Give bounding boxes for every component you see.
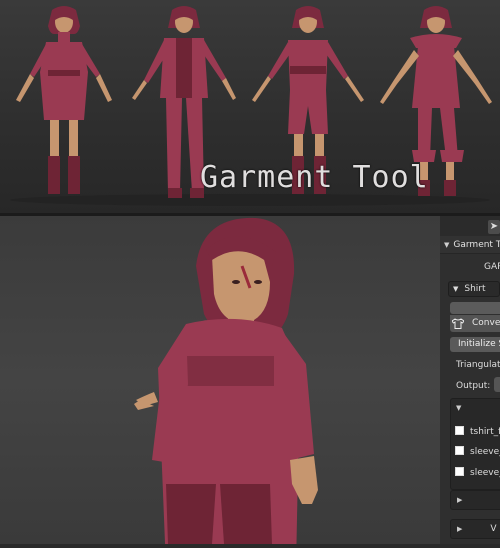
dropdown-arrow-icon: ▼	[453, 285, 459, 293]
checkbox[interactable]	[455, 426, 464, 435]
output-label: Output:	[456, 381, 491, 391]
expand-triangle-icon: ▶	[457, 496, 463, 504]
option-bar[interactable]	[450, 302, 500, 314]
garment-preview-render: Garment Tool	[0, 0, 500, 213]
piece-label: tshirt_fr	[470, 427, 500, 437]
list-item[interactable]: tshirt_fr	[455, 424, 500, 440]
piece-label: sleeve_	[470, 447, 500, 457]
character-closeup-illustration	[134, 217, 318, 548]
output-field[interactable]	[494, 377, 500, 392]
piece-label: sleeve_	[470, 468, 500, 478]
panel-header[interactable]: ▼Garment To	[440, 236, 500, 254]
list-item[interactable]: sleeve_	[455, 444, 500, 460]
pieces-collapse-icon[interactable]: ▼	[456, 404, 461, 412]
initialize-button[interactable]: Initialize Si	[450, 337, 500, 352]
section-label: GAR	[484, 262, 500, 272]
shirt-icon	[452, 318, 464, 329]
expand-triangle-icon: ▶	[457, 525, 463, 533]
initialize-label: Initialize Si	[458, 339, 500, 349]
garment-tool-banner: Garment Tool	[200, 160, 429, 195]
panel-title: Garment To	[453, 240, 500, 250]
collapsed-section-label: V	[490, 524, 497, 534]
3d-viewport[interactable]	[0, 216, 500, 548]
cursor-icon[interactable]: ➤	[488, 220, 500, 234]
collapsed-section[interactable]: ▶ V	[450, 519, 500, 539]
character-dress	[16, 6, 112, 194]
triangulation-label: Triangulation	[456, 360, 500, 370]
checkbox[interactable]	[455, 446, 464, 455]
collapse-triangle-icon: ▼	[444, 241, 450, 249]
list-item[interactable]: sleeve_	[455, 465, 500, 481]
convert-label: Convert	[472, 318, 500, 328]
checkbox[interactable]	[455, 467, 464, 476]
collapsed-section[interactable]: ▶	[450, 490, 500, 510]
garment-type-value: Shirt	[464, 284, 486, 294]
garment-type-dropdown[interactable]: ▼ Shirt	[448, 281, 500, 297]
